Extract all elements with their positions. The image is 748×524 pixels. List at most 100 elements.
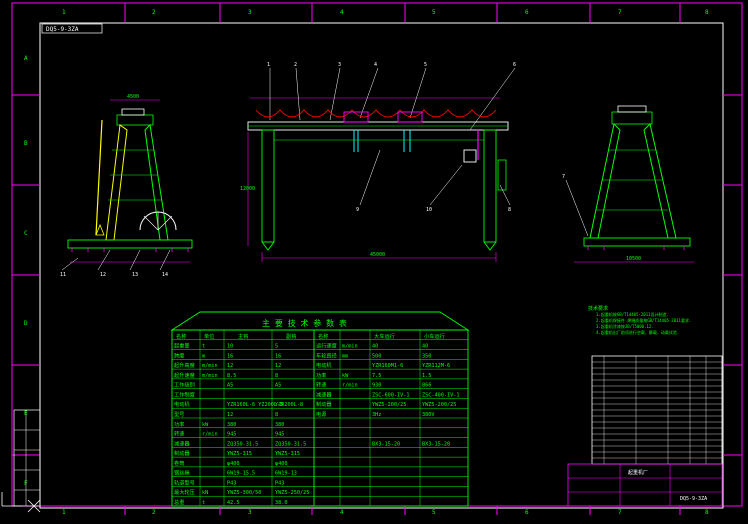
main-callout-2: 2 [294, 62, 297, 68]
front-top-dim: 4500 [127, 94, 139, 100]
table-left-cell-name: 卷筒 [174, 459, 184, 467]
table-left-head-main: 主钩 [238, 332, 248, 340]
main-callout-9: 9 [356, 207, 359, 213]
table-left-cell-aux: ZQ350-31.5 [275, 441, 306, 447]
table-right-head-name: 名称 [318, 332, 328, 340]
col-label-4: 4 [340, 9, 344, 16]
front-callout-1: 11 [60, 272, 66, 278]
table-left-cell-aux: YZR200L-8 [275, 402, 303, 408]
table-left-cell-name: 型号 [174, 410, 184, 418]
table-left-cell-unit: m/min [202, 363, 218, 369]
table-left-cell-name: 总重 [174, 498, 184, 506]
table-left-cell-unit: t [202, 344, 205, 350]
col-label-6b: 6 [525, 509, 529, 516]
table-left-cell-main: ZQ350-31.5 [227, 441, 258, 447]
main-callout-6: 6 [513, 62, 516, 68]
table-left-cell-aux: P43 [275, 480, 284, 486]
company-name: 起重机厂 [628, 469, 648, 476]
table-left-cell-name: 最大轮压 [174, 488, 195, 496]
front-callout-2: 12 [100, 272, 106, 278]
table-left-cell-main: 945 [227, 432, 236, 438]
table-right-cell-cross: 380V [422, 412, 435, 418]
table-left-cell-unit: m [202, 353, 205, 359]
table-left-cell-name: 轨道型号 [174, 478, 195, 486]
table-left-cell-main: 6W19-15.5 [227, 471, 255, 477]
table-left-cell-aux: 380 [275, 422, 284, 428]
main-callout-4: 4 [374, 62, 377, 68]
title-block-drawing-no: DQ5-9-3ZA [680, 496, 707, 502]
table-right-cell-name: 功率 [316, 371, 326, 379]
table-right-cell-cross: 866 [422, 383, 431, 389]
main-height-dim: 12000 [240, 186, 255, 192]
table-left-cell-aux: A5 [275, 383, 281, 389]
table-bottom-note: BX3-15-20 [422, 441, 450, 447]
row-label-b: B [24, 140, 28, 147]
table-left-cell-main: 42.5 [227, 500, 240, 506]
table-left-cell-aux: 38.0 [275, 500, 288, 506]
table-left-cell-main: YWZ5-300/50 [227, 490, 261, 496]
main-view: 1 2 3 4 5 6 12000 45000 10 9 8 [240, 62, 516, 262]
main-callout-3: 3 [338, 62, 341, 68]
table-left-cell-main: P43 [227, 480, 236, 486]
table-left-cell-main: 16 [227, 353, 233, 359]
table-left-cell-aux: 12 [275, 363, 281, 369]
table-right-cell-unit: mm [342, 353, 348, 359]
table-right-cell-cross: 350 [422, 353, 431, 359]
table-left-cell-unit: r/min [202, 432, 218, 438]
table-title: 主 要 技 术 参 数 表 [262, 318, 347, 328]
table-right-cell-long: 7.5 [372, 373, 381, 379]
col-label-1: 1 [62, 9, 66, 16]
cad-drawing-canvas: 1 2 3 4 5 6 7 8 1 2 3 4 5 6 7 8 A B C D … [1, 2, 743, 516]
table-right-cell-cross: 40 [422, 344, 428, 350]
table-left-cell-name: 跨度 [174, 351, 184, 359]
table-left-cell-aux: 8 [275, 373, 278, 379]
table-left-cell-aux: 945 [275, 432, 284, 438]
row-label-a: A [24, 55, 28, 62]
table-right-cell-name: 电动机 [316, 361, 332, 369]
table-bottom-note: BX3-15-20 [372, 441, 400, 447]
table-left-cell-name: 起升高度 [174, 361, 195, 369]
col-label-8: 8 [705, 9, 709, 16]
revision-strip [13, 409, 41, 507]
table-right-cell-unit: kW [342, 373, 349, 379]
table-left-cell-aux: 8 [275, 412, 278, 418]
table-right-cell-cross: 1.5 [422, 373, 431, 379]
table-right-cell-name: 运行速度 [316, 342, 337, 350]
note-line-1: 1.起重机按GB/T14405-2011设计制造. [596, 311, 669, 317]
note-line-4: 4.起重机出厂前须进行空载、静载、动载试验. [596, 329, 679, 335]
note-line-2: 2.起重机焊接件 焊缝质量按GB/T14405-2011要求. [596, 317, 691, 323]
table-left-cell-main: 380 [227, 422, 236, 428]
table-right-cell-cross: YWZ5-200/25 [422, 402, 456, 408]
table-left-head-aux: 副钩 [286, 332, 296, 340]
table-left-cell-name: 工作制度 [174, 390, 195, 398]
main-callout-8: 8 [508, 207, 511, 213]
table-right-cell-long: 40 [372, 344, 378, 350]
table-left-cell-name: 工作级别 [174, 381, 195, 389]
table-left-cell-unit: t [202, 500, 205, 506]
table-left-cell-aux: YWZ5-315 [275, 451, 300, 457]
table-right-cell-long: YZR160M1-6 [372, 363, 403, 369]
table-left-head-name: 名称 [176, 332, 186, 340]
table-right-cell-cross: ZSC-400-IV-1 [422, 392, 459, 398]
table-left-cell-name: 钢丝绳 [174, 469, 190, 477]
table-left-head-unit: 单位 [204, 332, 214, 340]
table-right-cell-unit: r/min [342, 383, 358, 389]
table-right-head-long: 大车运行 [374, 332, 395, 340]
side-callout: 7 [562, 174, 565, 180]
col-label-5b: 5 [432, 509, 436, 516]
table-right-cell-name: 车轮直径 [316, 351, 337, 359]
table-left-cell-aux: 6W19-13 [275, 471, 297, 477]
table-left-cell-aux: φ400 [275, 461, 288, 467]
col-label-4b: 4 [340, 509, 344, 516]
table-right-cell-unit: m/min [342, 344, 358, 350]
tech-notes: 技术要求 1.起重机按GB/T14405-2011设计制造. 2.起重机焊接件 … [588, 305, 691, 335]
main-callout-5: 5 [424, 62, 427, 68]
front-callout-4: 14 [162, 272, 168, 278]
table-right-cell-long: 3Hz [372, 412, 381, 418]
note-line-3: 3.起重机涂漆按JB/T5000.12. [596, 323, 654, 329]
table-left-cell-main: φ400 [227, 461, 240, 467]
ucs-icon [1, 492, 41, 513]
inner-border [39, 22, 724, 509]
main-span-dim: 45000 [370, 252, 385, 258]
table-left-cell-name: 转速 [174, 430, 184, 438]
